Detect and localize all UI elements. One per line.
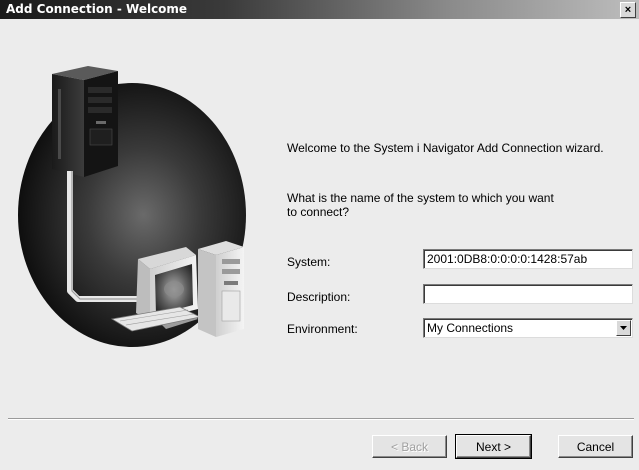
window-title: Add Connection - Welcome [6,2,188,16]
environment-select-value: My Connections [427,321,514,335]
environment-label: Environment: [287,322,358,336]
server-tower [52,66,118,177]
question-text: What is the name of the system to which … [287,191,554,219]
environment-dropdown-button[interactable] [616,320,631,336]
close-button[interactable]: × [620,2,636,18]
wizard-window: Add Connection - Welcome × Welcome to th… [0,0,639,470]
welcome-text: Welcome to the System i Navigator Add Co… [287,141,604,155]
description-label: Description: [287,290,351,304]
chevron-down-icon [620,326,627,330]
server-to-workstation-illustration [18,66,246,347]
system-field-value: 2001:0DB8:0:0:0:0:1428:57ab [427,252,588,266]
cancel-button[interactable]: Cancel [558,435,633,458]
description-field[interactable] [423,284,633,304]
system-field[interactable]: 2001:0DB8:0:0:0:0:1428:57ab [423,249,633,269]
system-label: System: [287,255,331,269]
footer-divider [8,418,634,420]
next-button[interactable]: Next > [455,434,532,459]
title-bar: Add Connection - Welcome × [0,0,639,19]
close-icon: × [624,3,632,16]
environment-select[interactable]: My Connections [423,318,633,338]
back-button[interactable]: < Back [372,435,447,458]
